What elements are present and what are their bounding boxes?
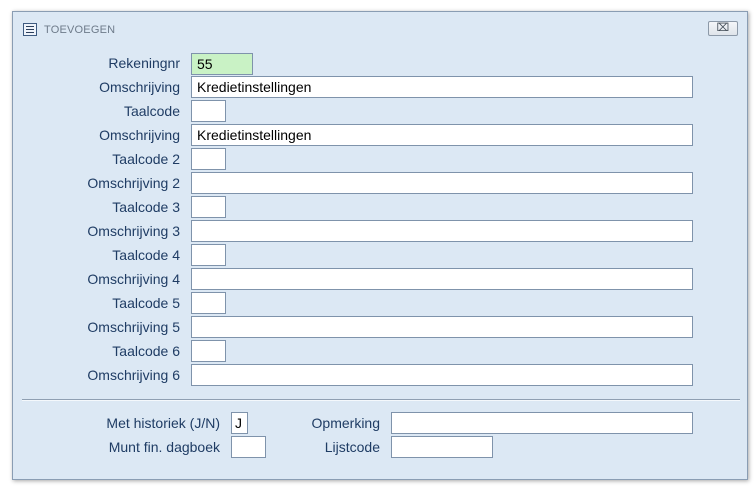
omschrijving-5-label: Omschrijving 5 — [87, 319, 180, 335]
munt-fin-dagboek-label: Munt fin. dagboek — [108, 439, 220, 455]
taalcode-2-field[interactable] — [191, 148, 226, 170]
taalcode-4-field[interactable] — [191, 244, 226, 266]
omschrijving-1-field[interactable]: Kredietinstellingen — [191, 124, 693, 146]
rekeningnr-field[interactable]: 55 — [191, 53, 253, 75]
form-icon — [23, 23, 37, 36]
taalcode-3-field[interactable] — [191, 196, 226, 218]
omschrijving-4-field[interactable] — [191, 268, 693, 290]
munt-fin-dagboek-field[interactable] — [231, 436, 266, 458]
toevoegen-dialog: TOEVOEGEN ⌧ Rekeningnr 55 Omschrijving K… — [12, 11, 748, 480]
lijstcode-field[interactable] — [391, 436, 493, 458]
met-historiek-field[interactable]: J — [231, 412, 248, 434]
close-icon: ⌧ — [716, 22, 730, 34]
opmerking-field[interactable] — [391, 412, 693, 434]
taalcode-field[interactable] — [191, 100, 226, 122]
omschrijving-2-label: Omschrijving 2 — [87, 175, 180, 191]
taalcode-3-label: Taalcode 3 — [112, 199, 180, 215]
omschrijving-field[interactable]: Kredietinstellingen — [191, 76, 693, 98]
lijstcode-label: Lijstcode — [324, 439, 380, 455]
omschrijving-5-field[interactable] — [191, 316, 693, 338]
rekeningnr-label: Rekeningnr — [108, 55, 180, 71]
omschrijving-1-label: Omschrijving — [99, 127, 180, 143]
opmerking-label: Opmerking — [311, 415, 380, 431]
omschrijving-label: Omschrijving — [99, 79, 180, 95]
omschrijving-4-label: Omschrijving 4 — [87, 271, 180, 287]
window-title: TOEVOEGEN — [44, 24, 116, 36]
taalcode-5-label: Taalcode 5 — [112, 295, 180, 311]
title-bar: TOEVOEGEN ⌧ — [13, 12, 747, 46]
taalcode-6-label: Taalcode 6 — [112, 343, 180, 359]
omschrijving-6-field[interactable] — [191, 364, 693, 386]
omschrijving-2-field[interactable] — [191, 172, 693, 194]
taalcode-5-field[interactable] — [191, 292, 226, 314]
taalcode-label: Taalcode — [123, 103, 180, 119]
taalcode-6-field[interactable] — [191, 340, 226, 362]
taalcode-4-label: Taalcode 4 — [112, 247, 180, 263]
omschrijving-3-field[interactable] — [191, 220, 693, 242]
omschrijving-3-label: Omschrijving 3 — [87, 223, 180, 239]
omschrijving-6-label: Omschrijving 6 — [87, 367, 180, 383]
taalcode-2-label: Taalcode 2 — [112, 151, 180, 167]
close-button[interactable]: ⌧ — [708, 21, 738, 36]
met-historiek-label: Met historiek (J/N) — [106, 415, 220, 431]
section-divider — [22, 399, 740, 401]
